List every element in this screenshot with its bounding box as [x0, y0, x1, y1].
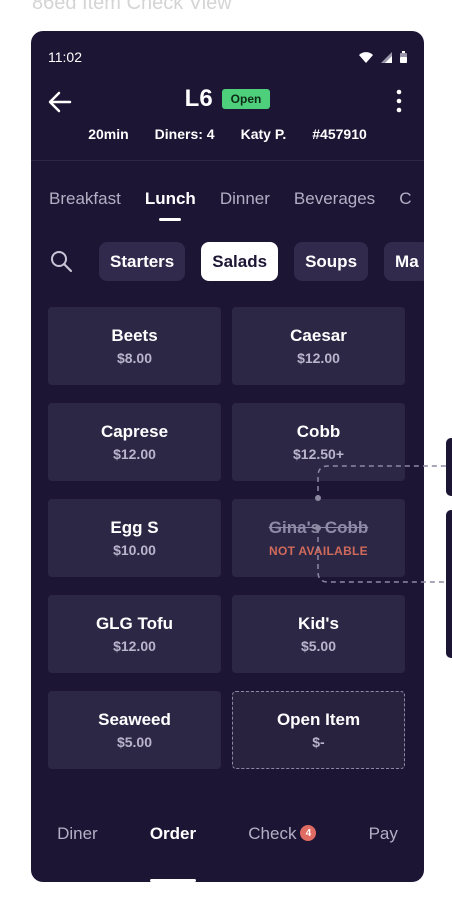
tab-dinner[interactable]: Dinner [220, 189, 270, 221]
item-tile-caprese[interactable]: Caprese $12.00 [48, 403, 221, 481]
status-icons [359, 51, 407, 63]
item-price: $10.00 [113, 542, 156, 558]
tab-beverages[interactable]: Beverages [294, 189, 375, 221]
item-price: $5.00 [300, 638, 337, 654]
battery-icon [400, 51, 407, 63]
title-group: L6 Open [31, 85, 424, 113]
check-number: #457910 [312, 126, 367, 142]
more-menu-icon[interactable] [396, 89, 402, 113]
tab-overflow[interactable]: C [399, 189, 411, 221]
nav-diner[interactable]: Diner [57, 824, 98, 882]
check-meta: 20min Diners: 4 Katy P. #457910 [31, 126, 424, 142]
status-badge: Open [221, 89, 271, 109]
search-icon[interactable] [49, 249, 75, 275]
item-name: Caprese [100, 422, 169, 441]
nav-label: Diner [57, 824, 98, 843]
item-price: $12.00 [113, 638, 156, 654]
item-tile-cobb[interactable]: Cobb $12.50+ [232, 403, 405, 481]
item-tile-kids[interactable]: Kid's $5.00 [232, 595, 405, 673]
item-tile-seaweed[interactable]: Seaweed $5.00 [48, 691, 221, 769]
item-tile-egg-s[interactable]: Egg S $10.00 [48, 499, 221, 577]
check-count-badge: 4 [300, 825, 317, 841]
item-price: $- [312, 734, 325, 750]
nav-order[interactable]: Order [149, 824, 197, 882]
tab-lunch[interactable]: Lunch [145, 189, 196, 221]
item-name: Gina's Cobb [268, 518, 369, 537]
nav-label: Order [149, 824, 197, 843]
bottom-nav: Diner Order Check 4 Pay [31, 804, 424, 882]
menu-tabs: Breakfast Lunch Dinner Beverages C [49, 189, 411, 221]
item-name: Seaweed [98, 710, 171, 729]
nav-label: Check [248, 824, 297, 843]
item-price: $8.00 [116, 350, 153, 366]
status-bar: 11:02 [48, 47, 407, 67]
not-available-label: NOT AVAILABLE [268, 544, 368, 558]
item-name: Kid's [298, 614, 339, 633]
item-tile-caesar[interactable]: Caesar $12.00 [232, 307, 405, 385]
item-price: $5.00 [116, 734, 153, 750]
duration: 20min [88, 126, 129, 142]
item-name: Cobb [296, 422, 341, 441]
tab-breakfast[interactable]: Breakfast [49, 189, 121, 221]
frame-label: 86ed Item Check View [32, 0, 232, 14]
category-chips: Starters Salads Soups Ma [49, 242, 424, 281]
item-tile-glg-tofu[interactable]: GLG Tofu $12.00 [48, 595, 221, 673]
chip-overflow[interactable]: Ma [384, 242, 424, 281]
nav-label: Pay [368, 824, 398, 843]
status-time: 11:02 [48, 49, 82, 65]
item-grid: Beets $8.00 Caesar $12.00 Caprese $12.00… [48, 307, 405, 769]
item-name: Beets [111, 326, 158, 345]
item-price: $12.00 [113, 446, 156, 462]
nav-pay[interactable]: Pay [369, 824, 398, 882]
phone-screen: 11:02 L6 Open 20min Diners: 4 Katy P. #4… [31, 31, 424, 882]
item-name: GLG Tofu [95, 614, 174, 633]
item-tile-open-item[interactable]: Open Item $- [232, 691, 405, 769]
item-name: Egg S [110, 518, 159, 537]
nav-check[interactable]: Check 4 [248, 824, 317, 882]
chip-starters[interactable]: Starters [99, 242, 186, 281]
header-divider [31, 160, 424, 161]
item-price: $12.50+ [293, 446, 344, 462]
signal-icon [381, 51, 392, 63]
item-name: Open Item [276, 710, 361, 729]
item-tile-ginas-cobb[interactable]: Gina's Cobb NOT AVAILABLE [232, 499, 405, 577]
check-header: L6 Open [31, 83, 424, 123]
diners-count: Diners: 4 [154, 126, 215, 142]
server-name: Katy P. [240, 126, 287, 142]
chip-salads[interactable]: Salads [201, 242, 279, 281]
chip-soups[interactable]: Soups [294, 242, 369, 281]
item-name: Caesar [290, 326, 347, 345]
item-tile-beets[interactable]: Beets $8.00 [48, 307, 221, 385]
wifi-icon [359, 51, 373, 63]
table-id: L6 [184, 85, 213, 112]
item-price: $12.00 [297, 350, 340, 366]
